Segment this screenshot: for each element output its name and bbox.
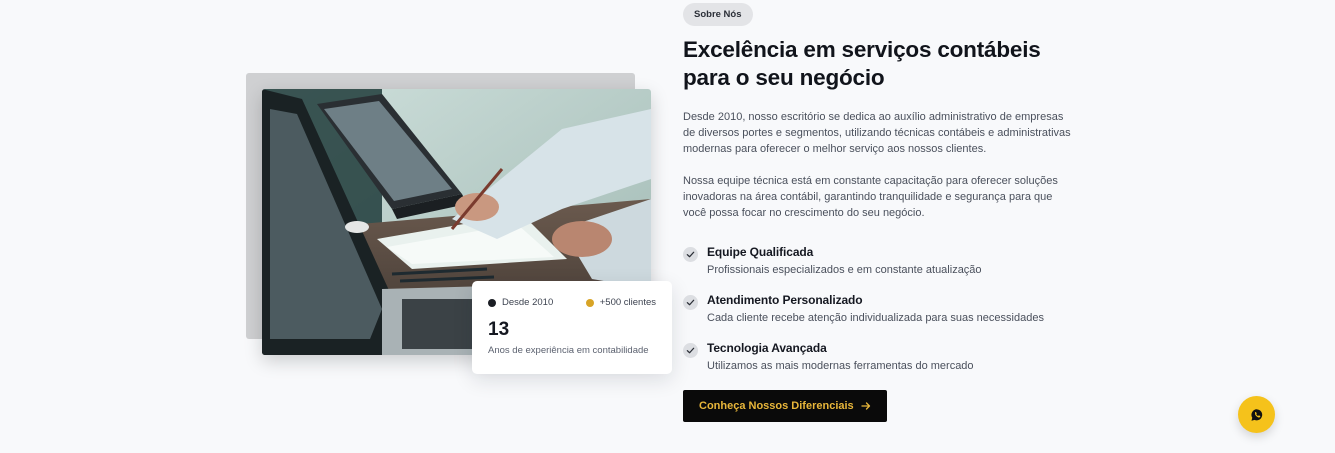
- feature-item: Tecnologia Avançada Utilizamos as mais m…: [683, 341, 1083, 389]
- feature-list: Equipe Qualificada Profissionais especia…: [683, 245, 1083, 389]
- arrow-right-icon: [861, 402, 870, 410]
- about-section: Sobre Nós Excelência em serviços contábe…: [683, 3, 1083, 422]
- section-badge: Sobre Nós: [683, 3, 753, 26]
- gold-dot-icon: [585, 298, 594, 307]
- differentials-button[interactable]: Conheça Nossos Diferenciais: [683, 390, 887, 422]
- experience-card: Desde 2010 +500 clientes 13 Anos de expe…: [472, 281, 672, 374]
- feature-description: Utilizamos as mais modernas ferramentas …: [707, 360, 974, 372]
- feature-item: Equipe Qualificada Profissionais especia…: [683, 245, 1083, 293]
- years-caption: Anos de experiência em contabilidade: [488, 345, 649, 356]
- feature-title: Atendimento Personalizado: [707, 293, 863, 307]
- since-label: Desde 2010: [502, 297, 554, 308]
- check-icon: [683, 295, 698, 310]
- clients-tag: +500 clientes: [585, 297, 656, 308]
- title-line-2: para o seu negócio: [683, 65, 885, 90]
- feature-title: Tecnologia Avançada: [707, 341, 827, 355]
- feature-item: Atendimento Personalizado Cada cliente r…: [683, 293, 1083, 341]
- feature-description: Cada cliente recebe atenção individualiz…: [707, 312, 1044, 324]
- title-line-1: Excelência em serviços contábeis: [683, 37, 1041, 62]
- clients-label: +500 clientes: [599, 297, 656, 308]
- check-icon: [683, 343, 698, 358]
- dark-dot-icon: [488, 298, 496, 307]
- years-number: 13: [488, 319, 510, 340]
- section-title: Excelência em serviços contábeis para o …: [683, 36, 1083, 92]
- since-tag: Desde 2010: [488, 297, 553, 308]
- check-icon: [683, 247, 698, 262]
- experience-card-tags: Desde 2010 +500 clientes: [488, 297, 656, 308]
- whatsapp-button[interactable]: [1238, 396, 1275, 433]
- team-paragraph: Nossa equipe técnica está em constante c…: [683, 175, 1058, 219]
- feature-description: Profissionais especializados e em consta…: [707, 264, 982, 276]
- intro-paragraph: Desde 2010, nosso escritório se dedica a…: [683, 111, 1071, 155]
- differentials-button-label: Conheça Nossos Diferenciais: [699, 400, 854, 412]
- whatsapp-icon: [1250, 408, 1262, 421]
- feature-title: Equipe Qualificada: [707, 245, 814, 259]
